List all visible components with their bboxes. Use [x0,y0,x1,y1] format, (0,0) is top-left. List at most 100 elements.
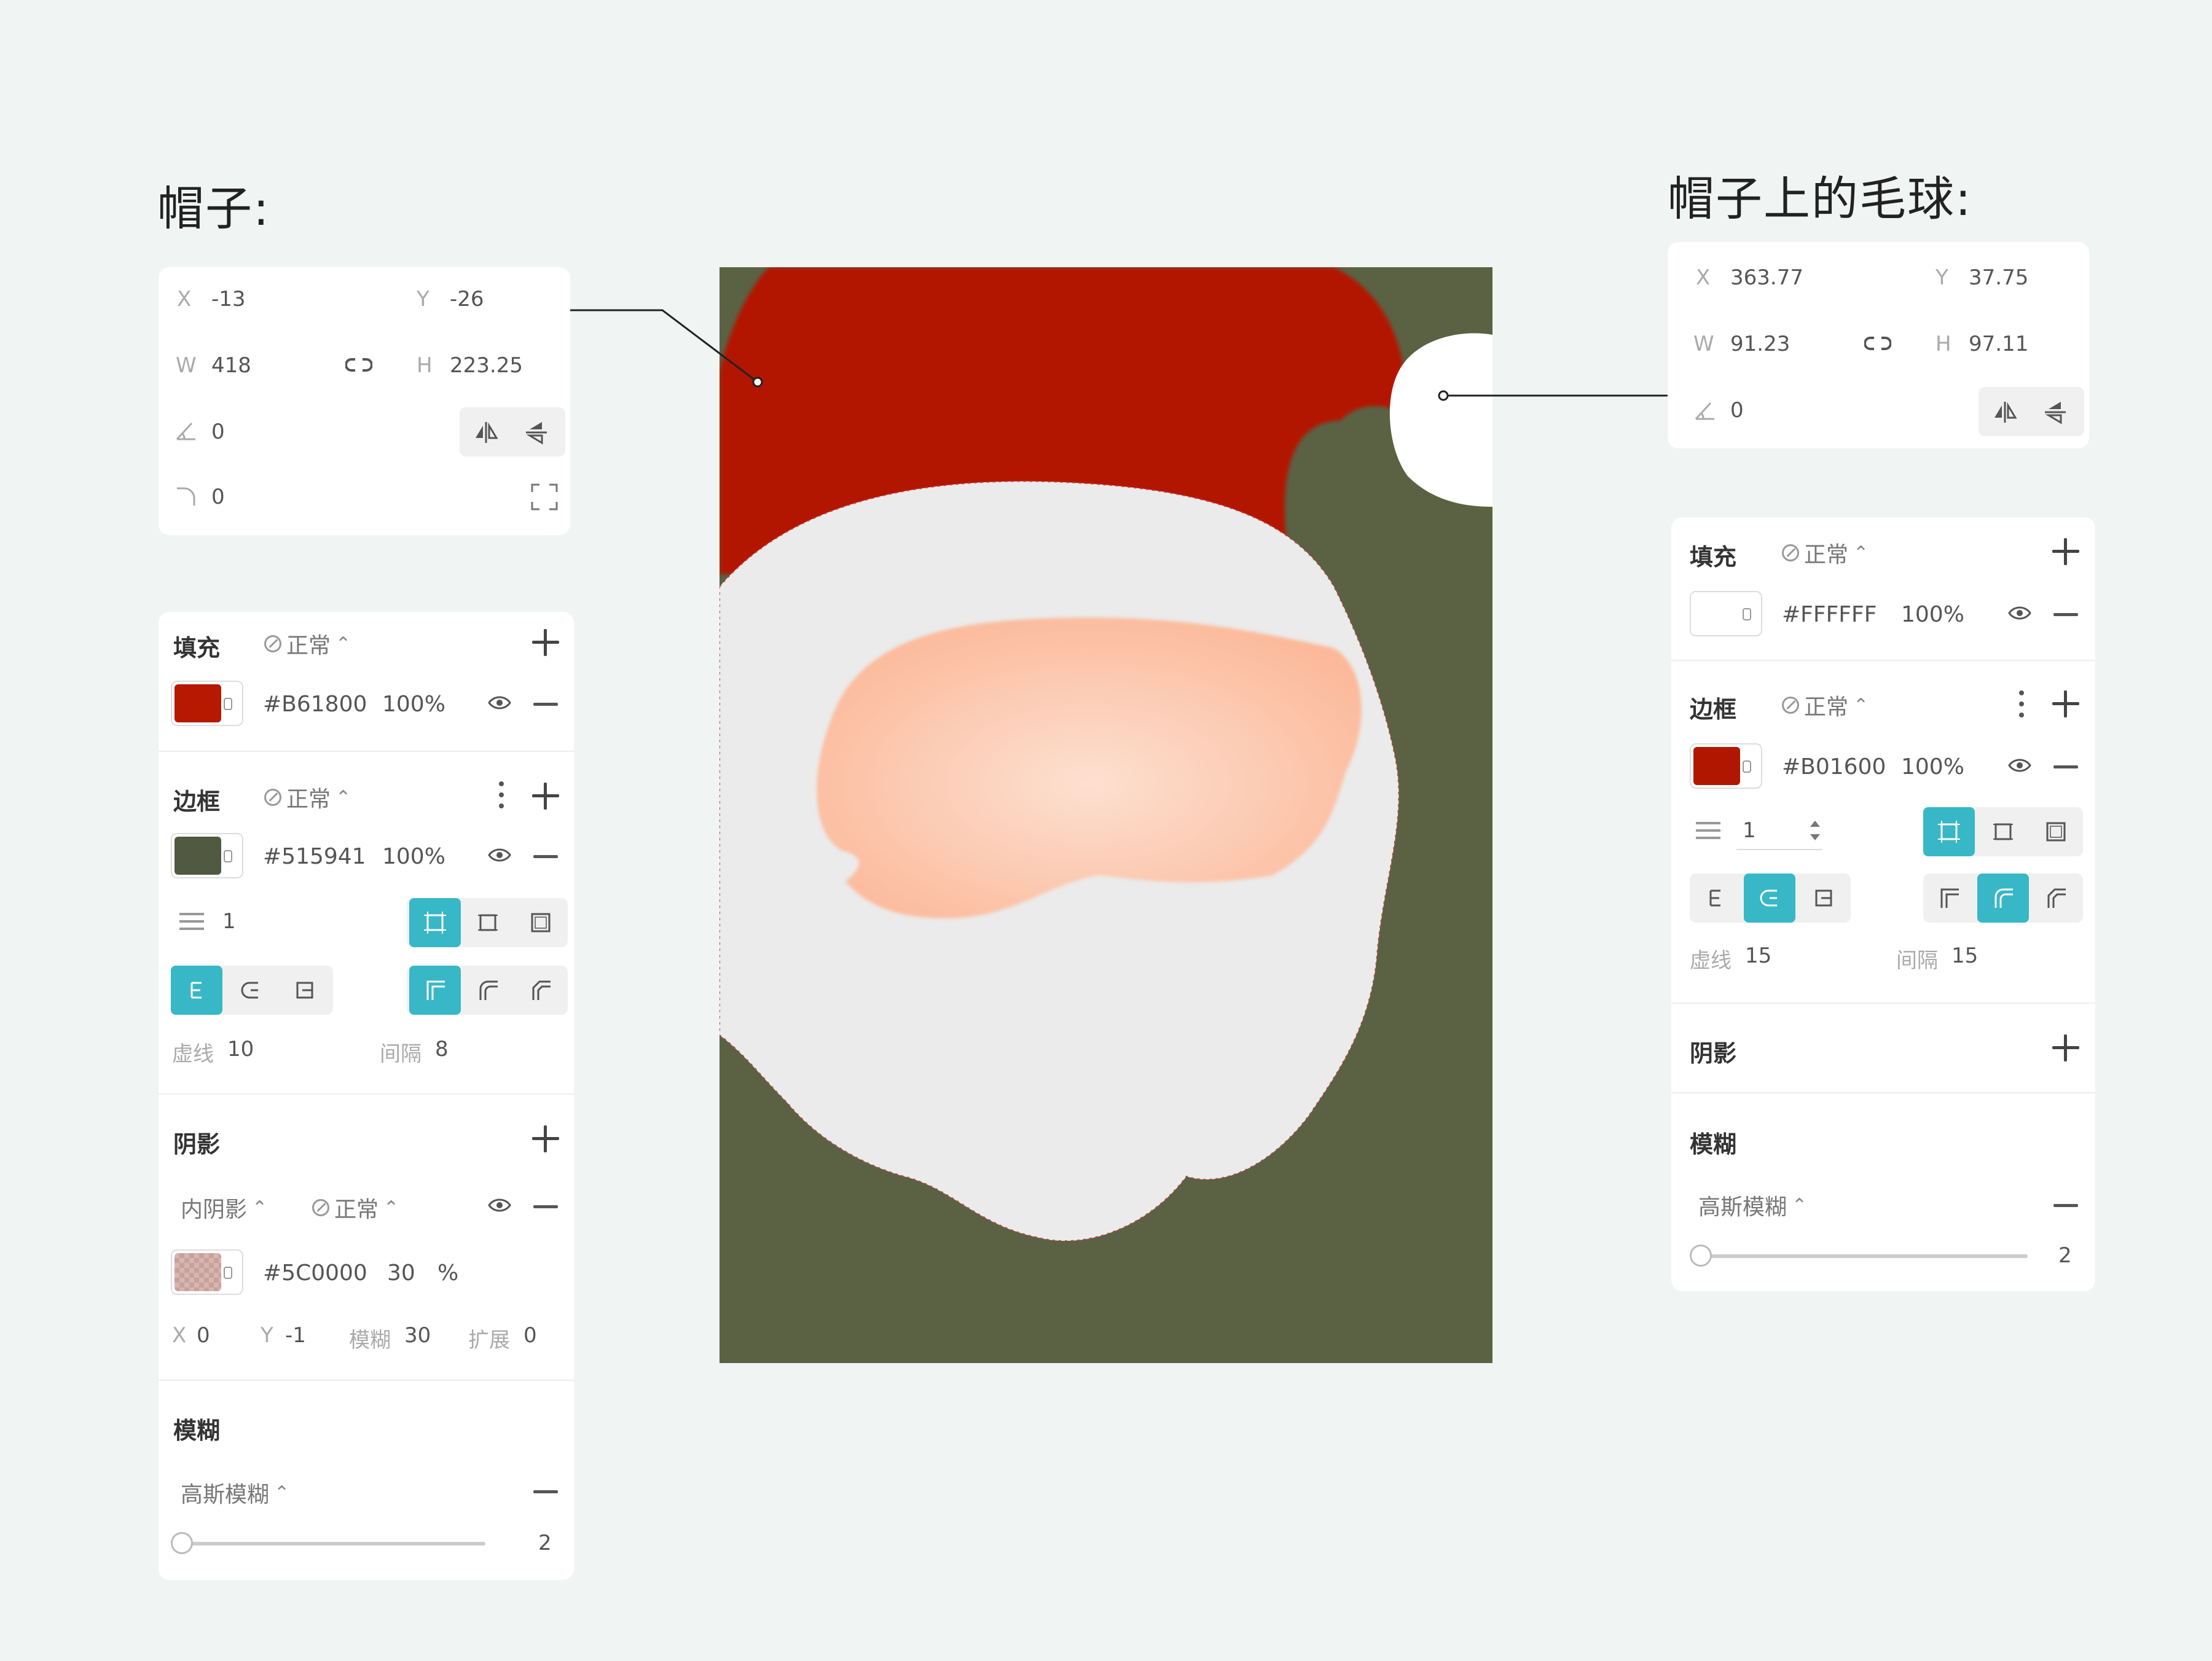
border-visibility-eye-icon[interactable] [2008,758,2031,773]
blur-value[interactable]: 2 [2058,1243,2072,1268]
add-fill-icon[interactable] [2052,538,2079,565]
stroke-outside-icon[interactable] [515,898,567,947]
border-visibility-eye-icon[interactable] [488,848,511,862]
more-options-icon[interactable] [499,781,504,808]
remove-shadow-icon[interactable] [533,1205,558,1208]
canvas-artwork[interactable] [719,267,1492,1363]
x-value[interactable]: 363.77 [1730,265,1803,290]
shadow-spread-value[interactable]: 0 [524,1323,537,1348]
dash-value[interactable]: 15 [1745,944,1771,968]
fill-opacity[interactable]: 100% [382,692,445,717]
blur-type-select[interactable]: 高斯模糊 ⌃ [1698,1189,1807,1221]
remove-fill-icon[interactable] [2053,613,2078,616]
join-miter-icon[interactable] [409,966,461,1015]
stroke-center-icon[interactable] [409,898,461,947]
fill-hex[interactable]: #FFFFFF [1782,602,1877,627]
cap-square-icon[interactable] [1798,873,1849,923]
add-shadow-icon[interactable] [2052,1034,2079,1061]
add-border-icon[interactable] [532,783,559,810]
cap-square-icon[interactable] [279,966,331,1015]
cap-round-icon[interactable] [225,966,276,1015]
border-blend-mode[interactable]: 正常 ⌃ [264,781,351,813]
more-options-icon[interactable] [2019,690,2024,717]
blur-type-select[interactable]: 高斯模糊 ⌃ [181,1477,289,1509]
shadow-x-value[interactable]: 0 [197,1323,210,1348]
x-value[interactable]: -13 [211,287,246,311]
remove-blur-icon[interactable] [533,1490,558,1493]
border-swatch[interactable] [171,833,243,878]
fill-opacity[interactable]: 100% [1901,602,1964,627]
join-miter-icon[interactable] [1923,873,1975,923]
shadow-type-select[interactable]: 内阴影 ⌃ [181,1192,267,1224]
remove-fill-icon[interactable] [533,703,558,706]
fill-blend-mode[interactable]: 正常 ⌃ [1782,537,1869,569]
blur-slider-track[interactable] [177,1542,485,1546]
h-value[interactable]: 97.11 [1969,332,2028,356]
join-round-icon[interactable] [462,966,514,1015]
join-bevel-icon[interactable] [2030,873,2082,923]
swatch-picker-icon [224,698,232,710]
shadow-swatch[interactable] [171,1249,243,1295]
gap-value[interactable]: 8 [435,1037,449,1061]
flip-horizontal-icon[interactable] [1992,399,2018,428]
blur-type-label: 高斯模糊 [181,1482,270,1507]
fill-hex[interactable]: #B61800 [263,692,367,717]
dash-label: 虚线 [172,1042,214,1066]
y-value[interactable]: 37.75 [1969,265,2028,290]
blur-slider-knob[interactable] [171,1532,193,1554]
remove-blur-icon[interactable] [2053,1204,2078,1207]
add-border-icon[interactable] [2052,690,2079,717]
stroke-center-icon[interactable] [1923,807,1975,856]
blur-slider-knob[interactable] [1690,1245,1712,1267]
link-icon[interactable] [345,356,373,377]
border-opacity[interactable]: 100% [1901,754,1964,780]
cap-round-icon[interactable] [1744,873,1795,923]
stroke-outside-icon[interactable] [2030,807,2082,856]
border-opacity[interactable]: 100% [382,844,445,869]
w-value[interactable]: 418 [211,353,251,378]
cap-butt-icon[interactable] [171,966,222,1015]
angle-value[interactable]: 0 [1730,398,1744,423]
flip-horizontal-icon[interactable] [473,420,499,448]
fill-swatch[interactable] [171,681,243,726]
h-value[interactable]: 223.25 [450,353,523,378]
border-width-value[interactable]: 1 [1743,818,1756,843]
blur-value[interactable]: 2 [538,1531,552,1555]
border-hex[interactable]: #B01600 [1782,754,1886,780]
add-fill-icon[interactable] [532,629,559,656]
shadow-hex[interactable]: #5C0000 [263,1260,367,1286]
independent-corners-icon[interactable] [530,482,559,514]
stroke-inside-icon[interactable] [1977,807,2029,856]
border-swatch[interactable] [1690,743,1762,789]
remove-border-icon[interactable] [533,855,558,858]
remove-border-icon[interactable] [2053,765,2078,768]
shadow-blur-value[interactable]: 30 [404,1323,431,1348]
stepper-arrows-icon[interactable] [1808,817,1822,846]
stroke-inside-icon[interactable] [462,898,514,947]
gap-value[interactable]: 15 [1951,944,1978,968]
fill-visibility-eye-icon[interactable] [488,695,511,710]
blur-slider-track[interactable] [1696,1254,2028,1258]
fill-swatch[interactable] [1690,591,1762,636]
shadow-visibility-eye-icon[interactable] [488,1198,511,1213]
w-value[interactable]: 91.23 [1730,332,1790,356]
flip-vertical-icon[interactable] [2042,399,2068,428]
y-value[interactable]: -26 [450,287,484,311]
border-width-value[interactable]: 1 [222,909,236,934]
flip-vertical-icon[interactable] [524,420,549,448]
angle-value[interactable]: 0 [211,420,225,444]
join-round-icon[interactable] [1977,873,2029,923]
border-blend-mode[interactable]: 正常 ⌃ [1782,689,1869,721]
shadow-opacity[interactable]: 30 [387,1260,415,1286]
add-shadow-icon[interactable] [532,1125,559,1152]
fill-visibility-eye-icon[interactable] [2008,606,2031,620]
fill-blend-mode[interactable]: 正常 ⌃ [264,628,351,660]
shadow-blend-mode[interactable]: 正常 ⌃ [312,1192,399,1224]
radius-value[interactable]: 0 [211,485,225,509]
dash-value[interactable]: 10 [227,1037,254,1061]
link-icon[interactable] [1864,334,1892,355]
join-bevel-icon[interactable] [515,966,567,1015]
cap-butt-icon[interactable] [1690,873,1741,923]
border-hex[interactable]: #515941 [263,844,366,869]
shadow-y-value[interactable]: -1 [285,1323,306,1348]
